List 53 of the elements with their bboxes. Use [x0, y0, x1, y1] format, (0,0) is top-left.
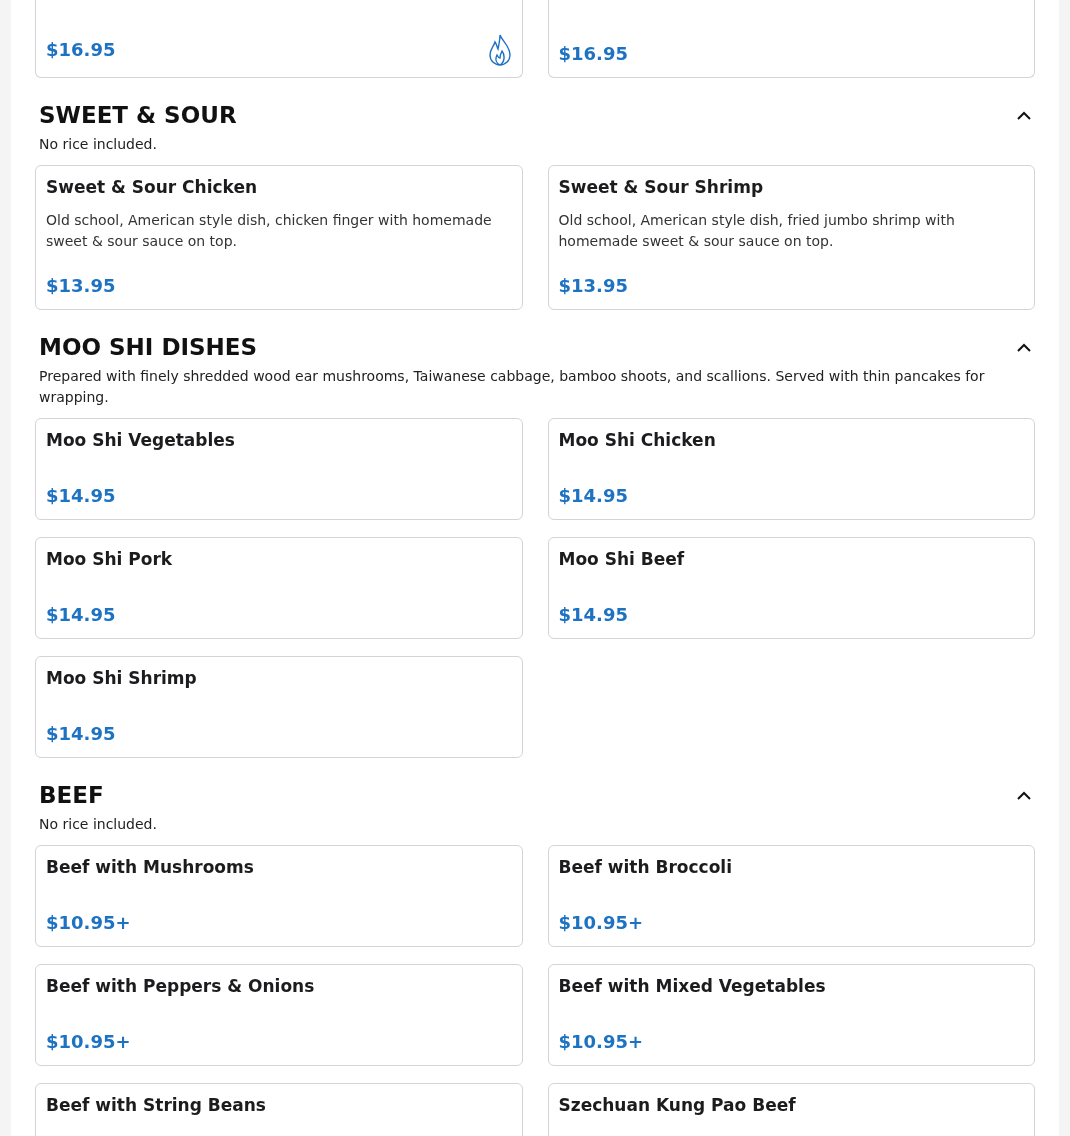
section-title: MOO SHI DISHES — [39, 333, 258, 362]
menu-item-card[interactable]: Moo Shi Chicken $14.95 — [547, 418, 1035, 520]
item-price: $14.95 — [46, 722, 116, 746]
menu-item-card[interactable]: Moo Shi Pork $14.95 — [35, 537, 523, 639]
item-price: $14.95 — [558, 484, 628, 508]
item-price: $13.95 — [46, 274, 116, 298]
item-name: Moo Shi Beef — [558, 548, 686, 570]
menu-item-card[interactable]: Beef with String Beans — [35, 1083, 523, 1136]
menu-item-card[interactable]: Sweet & Sour Chicken Old school, American style dish, chicken finger with homemade sweet & sour sauce on top. $13.95 — [35, 165, 523, 310]
item-price: $10.95+ — [558, 1030, 644, 1054]
menu-item-card[interactable]: Beef with Mushrooms $10.95+ — [35, 845, 523, 947]
section-title: SWEET & SOUR — [39, 101, 237, 130]
item-price: $16.95 — [46, 38, 116, 62]
section-note: No rice included. — [38, 135, 158, 154]
menu-item-card[interactable]: Sweet & Sour Shrimp Old school, American style dish, fried jumbo shrimp with homemade sweet & sour sauce on top. $13.95 — [547, 165, 1035, 310]
menu-item-card[interactable]: Moo Shi Vegetables $14.95 — [35, 418, 523, 520]
item-price: $14.95 — [558, 603, 628, 627]
item-name: Beef with Peppers & Onions — [46, 975, 316, 997]
item-name: Sweet & Sour Chicken — [46, 176, 259, 198]
section-title: BEEF — [39, 781, 104, 810]
item-price: $10.95+ — [46, 911, 131, 935]
item-name: Szechuan Kung Pao Beef — [558, 1094, 797, 1116]
item-name: Moo Shi Pork — [46, 548, 174, 570]
menu-item-card[interactable]: Moo Shi Beef $14.95 — [547, 537, 1035, 639]
item-price: $16.95 — [558, 42, 628, 66]
menu-item-card[interactable]: Beef with Broccoli $10.95+ — [547, 845, 1035, 947]
menu-item-card[interactable]: Moo Shi Shrimp $14.95 — [35, 656, 523, 758]
item-description: Old school, American style dish, chicken finger with homemade sweet & sour sauce on top. — [46, 211, 493, 251]
item-name: Sweet & Sour Shrimp — [558, 176, 765, 198]
item-description: Old school, American style dish, fried jumbo shrimp with homemade sweet & sour sauce on top. — [558, 211, 956, 251]
item-name: Moo Shi Shrimp — [46, 667, 198, 689]
item-price: $14.95 — [46, 484, 116, 508]
collapse-toggle[interactable] — [1017, 110, 1031, 120]
item-price: $13.95 — [558, 274, 628, 298]
item-name: Beef with String Beans — [46, 1094, 267, 1116]
item-price: $10.95+ — [46, 1030, 131, 1054]
menu-item-card[interactable]: Szechuan Kung Pao Beef — [547, 1083, 1035, 1136]
menu-item-card[interactable]: Beef with Peppers & Onions $10.95+ — [35, 964, 523, 1066]
menu-item-card[interactable]: Beef with Mixed Vegetables $10.95+ — [547, 964, 1035, 1066]
item-name: Beef with Mushrooms — [46, 856, 255, 878]
item-price: $14.95 — [46, 603, 116, 627]
collapse-toggle[interactable] — [1017, 342, 1031, 352]
menu-item-card[interactable]: $16.95 — [35, 0, 523, 78]
item-price: $10.95+ — [558, 911, 644, 935]
item-name: Beef with Mixed Vegetables — [558, 975, 827, 997]
collapse-toggle[interactable] — [1017, 790, 1031, 800]
section-note: No rice included. — [38, 815, 158, 834]
section-note: Prepared with finely shredded wood ear mushrooms, Taiwanese cabbage, bamboo shoots, and scallions. Served with thin pancakes for wrapping. — [38, 367, 986, 407]
flame-icon — [487, 34, 512, 66]
item-name: Moo Shi Chicken — [558, 429, 717, 451]
item-name: Moo Shi Vegetables — [46, 429, 236, 451]
item-name: Beef with Broccoli — [558, 856, 734, 878]
menu-item-card[interactable]: $16.95 — [547, 0, 1035, 78]
